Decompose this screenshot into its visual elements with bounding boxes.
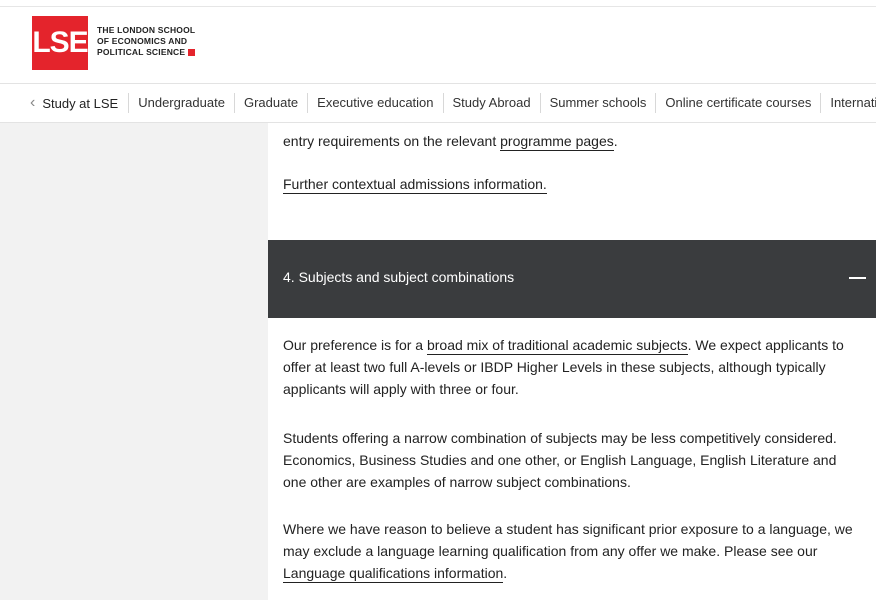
language-qualifications-link[interactable]: Language qualifications information [283,565,504,583]
nav-item-online-certificate-courses[interactable]: Online certificate courses [655,93,820,113]
collapse-icon[interactable] [849,277,866,279]
entry-requirements-paragraph: entry requirements on the relevant progr… [283,133,618,151]
logo-line-2: OF ECONOMICS AND [97,36,188,46]
subjects-paragraph-2: Students offering a narrow combination o… [283,430,837,490]
logo-wordmark[interactable]: THE LONDON SCHOOL OF ECONOMICS AND POLIT… [97,25,196,58]
further-info-paragraph: Further contextual admissions informatio… [283,173,863,195]
logo-red-square [188,49,196,57]
logo-line-3: POLITICAL SCIENCE [97,47,196,58]
chevron-left-icon: ‹ [30,94,36,111]
programme-pages-link[interactable]: programme pages [500,133,614,151]
nav-item-summer-schools[interactable]: Summer schools [539,93,656,113]
left-sidebar [0,123,268,600]
subjects-paragraph-1: Our preference is for a broad mix of tra… [283,337,844,397]
top-divider [0,6,876,7]
nav-item-undergraduate[interactable]: Undergraduate [128,93,234,113]
broad-mix-subjects-link[interactable]: broad mix of traditional academic subjec… [426,337,688,355]
nav-item-graduate[interactable]: Graduate [233,93,307,113]
accordion-title: 4. Subjects and subject combinations [283,269,515,285]
contextual-admissions-link[interactable]: Further contextual admissions informatio… [283,176,547,194]
subjects-paragraph-3: Where we have reason to believe a studen… [283,521,853,583]
nav-item-executive-education[interactable]: Executive education [307,93,442,113]
site-header: LSE THE LONDON SCHOOL OF ECONOMICS AND P… [0,0,876,83]
nav-item-study-abroad[interactable]: Study Abroad [442,93,540,113]
lse-logo[interactable]: LSE [32,16,89,70]
nav-item-international[interactable]: International [820,93,876,113]
logo-line-1: THE LONDON SCHOOL [97,25,196,35]
accordion-subjects-header[interactable]: 4. Subjects and subject combinations [268,240,876,318]
nav-back-study-at-lse[interactable]: ‹ Study at LSE [0,84,128,122]
secondary-nav: ‹ Study at LSE Undergraduate Graduate Ex… [0,83,876,123]
nav-back-label: Study at LSE [42,95,119,111]
